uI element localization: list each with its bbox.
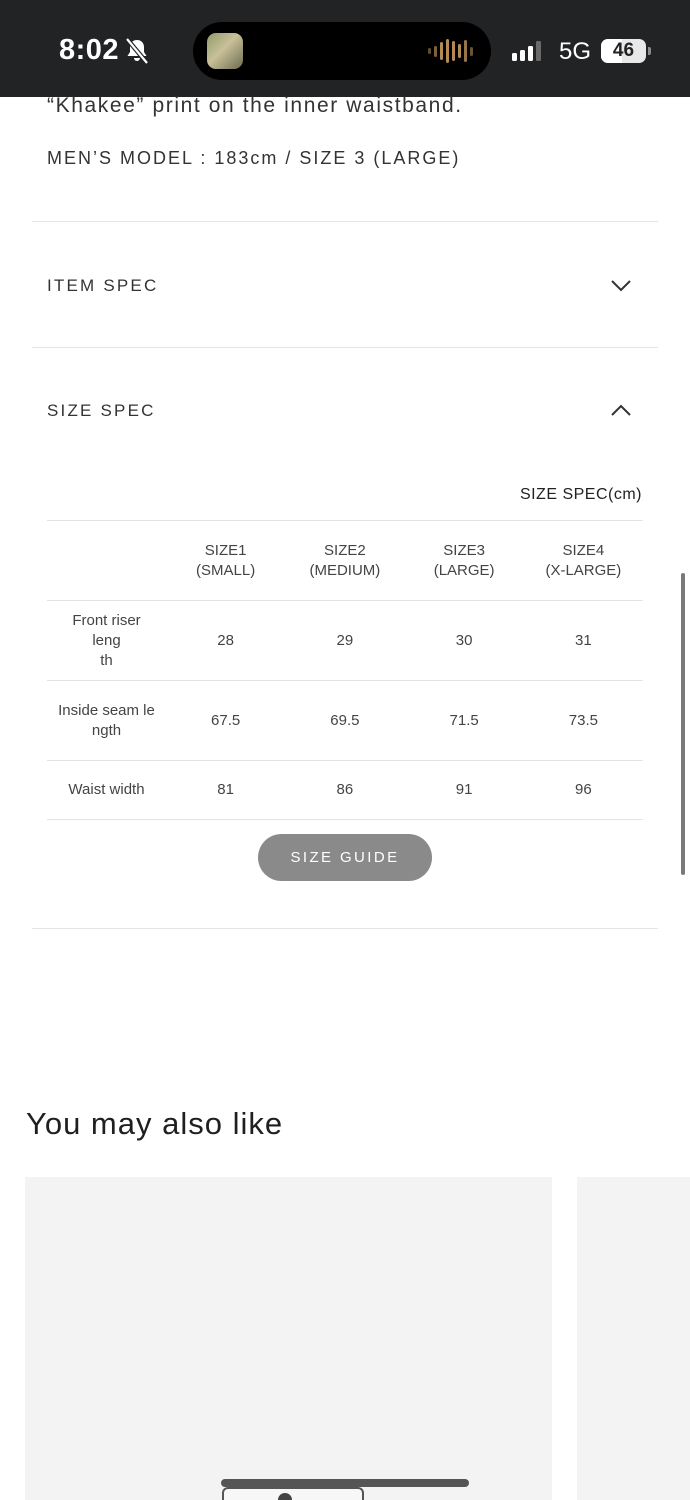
table-header-cell: SIZE2 (MEDIUM) [285,520,405,601]
row-label: Front riser leng th [47,600,166,681]
chevron-up-icon[interactable] [610,403,632,417]
table-cell: 86 [285,760,405,820]
table-row: Waist width 81 86 91 96 [47,760,643,820]
chevron-down-icon[interactable] [610,279,632,293]
row-label-line: ngth [91,721,122,739]
header-size-name: SIZE3 [443,541,485,559]
header-size-desc: (SMALL) [196,561,256,579]
header-size-name: SIZE2 [324,541,366,559]
product-description-line: “Khakee” print on the inner waistband. [47,94,463,117]
size-guide-button[interactable]: SIZE GUIDE [258,834,432,881]
header-size-desc: (LARGE) [433,561,495,579]
table-cell: 30 [404,600,524,681]
table-cell: 29 [285,600,405,681]
product-card[interactable] [25,1177,552,1500]
header-size-name: SIZE4 [562,541,605,559]
now-playing-artwork[interactable] [207,33,243,69]
table-cell: 81 [166,760,286,820]
table-cell: 91 [404,760,524,820]
product-image[interactable] [222,1487,364,1500]
table-cell: 73.5 [523,680,643,761]
table-header-cell: SIZE1 (SMALL) [166,520,286,601]
scrollbar[interactable] [681,573,685,875]
model-info: MEN’S MODEL : 183cm / SIZE 3 (LARGE) [47,148,461,168]
table-cell: 28 [166,600,286,681]
bell-slash-icon [125,37,149,65]
row-label-line: Front riser leng [72,611,141,649]
recommendations-title: You may also like [26,1106,284,1141]
product-image [278,1493,292,1500]
header-size-name: SIZE1 [204,541,247,559]
dynamic-island[interactable] [193,22,491,80]
table-cell: 96 [523,760,643,820]
header-size-desc: (X-LARGE) [545,561,622,579]
table-cell: 69.5 [285,680,405,761]
table-row: Front riser leng th 28 29 30 31 [47,600,643,681]
header-size-desc: (MEDIUM) [309,561,381,579]
battery-icon: 46 [601,39,646,63]
status-bar: 8:02 5G 46 [0,0,690,97]
battery-level: 46 [612,40,635,61]
product-image[interactable] [221,1479,469,1487]
row-label: Waist width [47,760,166,820]
row-label-line: th [100,651,113,669]
row-label: Inside seam le ngth [47,680,166,761]
table-header-row: SIZE1 (SMALL) SIZE2 (MEDIUM) SIZE3 (LARGE) … [47,520,643,601]
table-cell: 71.5 [404,680,524,761]
size-spec-title: SIZE SPEC [47,401,156,420]
divider [32,928,658,929]
size-spec-unit-label: SIZE SPEC(cm) [519,486,642,503]
table-header-empty [47,520,166,601]
row-label-line: Inside seam le [58,701,155,719]
cellular-signal-icon [512,41,541,61]
table-cell: 67.5 [166,680,286,761]
audio-waveform-icon [428,39,473,63]
table-cell: 31 [523,600,643,681]
divider [32,221,658,222]
item-spec-title: ITEM SPEC [47,276,159,295]
network-type: 5G [559,38,592,65]
table-row: Inside seam le ngth 67.5 69.5 71.5 73.5 [47,680,643,761]
divider [32,347,658,348]
battery-tip [648,47,651,55]
status-time: 8:02 [59,34,120,66]
table-header-cell: SIZE3 (LARGE) [404,520,524,601]
size-spec-table: SIZE1 (SMALL) SIZE2 (MEDIUM) SIZE3 (LARGE) … [47,520,643,820]
table-header-cell: SIZE4 (X-LARGE) [523,520,643,601]
product-card[interactable] [577,1177,690,1500]
